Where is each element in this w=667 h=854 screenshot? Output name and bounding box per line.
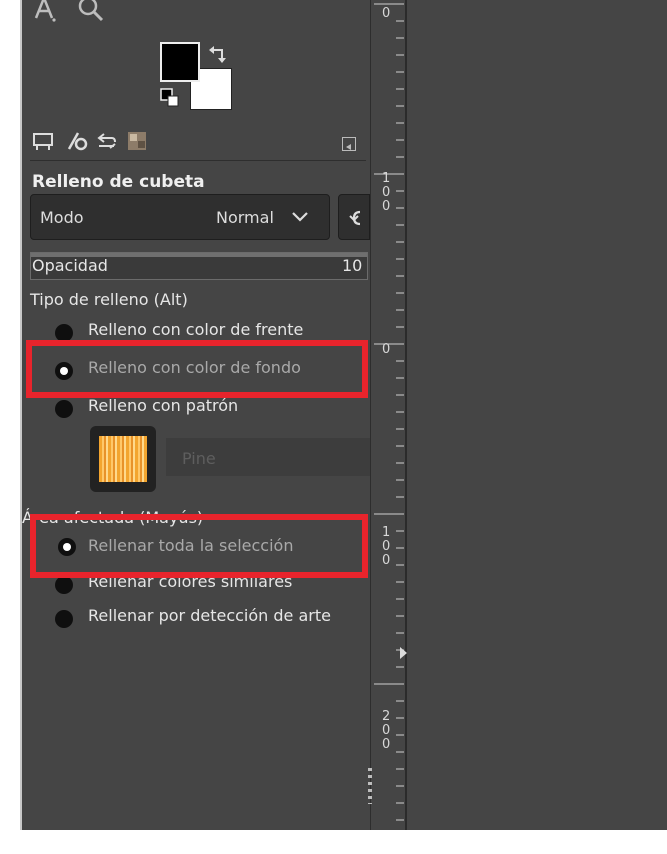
swap-colors-icon[interactable] — [208, 44, 230, 66]
fill-type-heading: Tipo de relleno (Alt) — [30, 290, 188, 309]
zoom-tool-icon[interactable] — [78, 0, 104, 22]
tool-title: Relleno de cubeta — [32, 172, 205, 192]
opacity-value: 10 — [342, 256, 363, 275]
ruler-label-0: 0 — [382, 6, 391, 21]
ruler-label-100: 100 — [382, 171, 391, 214]
panel-resize-grip[interactable] — [368, 768, 372, 804]
ruler-ticks — [374, 3, 404, 821]
tool-options-panel — [22, 0, 370, 830]
image-canvas-area[interactable] — [407, 0, 667, 830]
fill-line-art-radio[interactable] — [55, 610, 73, 628]
fill-line-art-label[interactable]: Rellenar por detección de arte — [88, 606, 331, 625]
mode-value: Normal — [216, 208, 274, 227]
ruler-position-marker — [400, 647, 407, 659]
tab-separator — [30, 160, 366, 161]
ruler-label-100-b: 100 — [382, 525, 391, 568]
toolbox-icons-row — [32, 0, 112, 30]
opacity-label: Opacidad — [32, 256, 108, 275]
window-left-margin — [0, 0, 22, 854]
undo-history-icon[interactable] — [96, 130, 118, 152]
fill-similar-radio[interactable] — [55, 576, 73, 594]
ruler-label-200: 200 — [382, 709, 391, 752]
device-status-icon[interactable] — [66, 130, 88, 152]
tool-options-icon[interactable] — [32, 130, 54, 152]
mode-label: Modo — [40, 208, 84, 227]
foreground-color-swatch[interactable] — [160, 42, 200, 82]
ruler-label-0-b: 0 — [382, 342, 391, 357]
highlight-box-fill-selection — [30, 514, 368, 578]
pattern-name: Pine — [182, 449, 216, 468]
highlight-box-fill-bg — [26, 340, 368, 398]
window-bottom-margin — [0, 830, 667, 854]
text-tool-icon[interactable] — [32, 0, 112, 24]
dock-tab-row — [30, 130, 366, 154]
images-icon[interactable] — [126, 130, 148, 152]
chevron-down-icon — [292, 212, 308, 222]
fill-fg-label[interactable]: Relleno con color de frente — [88, 320, 303, 339]
default-colors-icon[interactable] — [160, 88, 180, 108]
panel-menu-icon[interactable] — [342, 137, 356, 151]
reset-arrow-icon — [349, 210, 361, 226]
fill-pattern-radio[interactable] — [55, 400, 73, 418]
pattern-swatch — [99, 436, 147, 482]
fill-pattern-label[interactable]: Relleno con patrón — [88, 396, 238, 415]
